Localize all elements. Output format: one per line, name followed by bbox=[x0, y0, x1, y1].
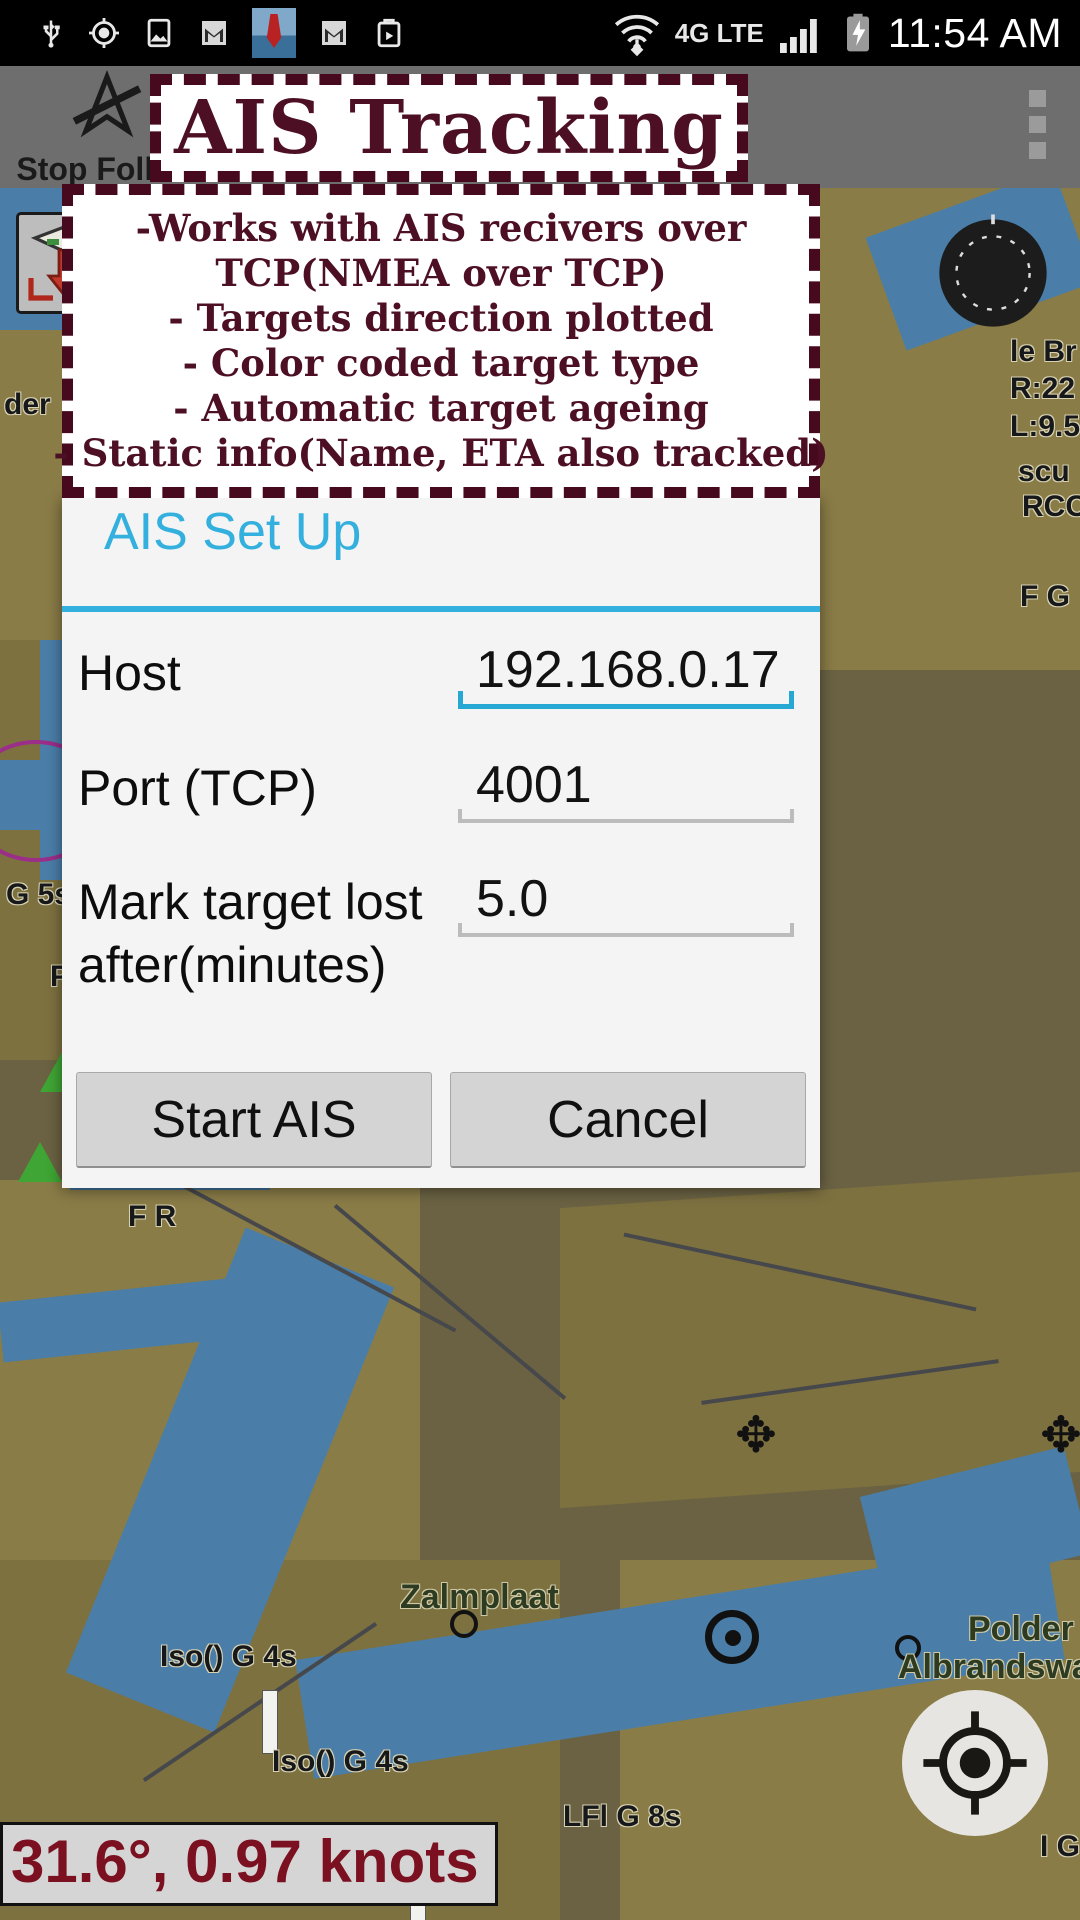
target-lost-input-value[interactable]: 5.0 bbox=[458, 855, 794, 933]
gps-center-button[interactable] bbox=[902, 1690, 1048, 1836]
ais-setup-form: Host 192.168.0.17 Port (TCP) 4001 Mark t… bbox=[62, 612, 820, 1060]
status-bar-right: 4G LTE 11:54 AM bbox=[607, 8, 1080, 58]
target-lost-label: Mark target lost after(minutes) bbox=[78, 874, 423, 993]
map-label: F R bbox=[128, 1200, 177, 1233]
gmail-icon bbox=[202, 21, 226, 45]
battery-charging-icon bbox=[846, 13, 869, 52]
photo-icon bbox=[147, 18, 171, 48]
dialog-button-row: Start AIS Cancel bbox=[62, 1060, 820, 1188]
gps-crosshair-icon bbox=[923, 1711, 1027, 1815]
dialog-header: AIS Set Up bbox=[62, 498, 820, 606]
map-label: RCC bbox=[1022, 490, 1080, 523]
dialog-title: AIS Set Up bbox=[104, 503, 362, 561]
host-input-underline bbox=[458, 691, 794, 709]
map-label: Iso() G 4s bbox=[272, 1745, 409, 1778]
map-label: LFl G 8s bbox=[563, 1800, 682, 1833]
map-label: L:9.5 bbox=[1010, 410, 1080, 443]
overflow-dot bbox=[1029, 142, 1046, 159]
overflow-dot bbox=[1029, 116, 1046, 133]
feature-line: -Works with AIS recivers over bbox=[135, 205, 747, 250]
usb-icon bbox=[43, 20, 60, 48]
cancel-button[interactable]: Cancel bbox=[450, 1072, 806, 1168]
map-label: le Br bbox=[1010, 335, 1077, 368]
target-lost-input-underline bbox=[458, 923, 794, 937]
feature-line: TCP(NMEA over TCP) bbox=[215, 250, 667, 295]
network-type-label: 4G LTE bbox=[674, 18, 764, 48]
status-bar: 4G LTE 11:54 AM bbox=[0, 0, 1080, 66]
dialog-title-box: AIS Tracking bbox=[150, 74, 748, 182]
map-label: scu bbox=[1018, 455, 1070, 488]
map-label: I G bbox=[1040, 1830, 1080, 1863]
stop-follow-icon bbox=[72, 69, 142, 138]
port-field[interactable]: 4001 bbox=[458, 741, 808, 823]
port-input-underline bbox=[458, 809, 794, 823]
feature-line: - Automatic target ageing bbox=[173, 386, 709, 431]
gmail-icon-2 bbox=[322, 21, 346, 45]
form-row-target-lost: Mark target lost after(minutes) 5.0 bbox=[62, 855, 820, 997]
signal-bars-icon bbox=[779, 19, 817, 53]
port-input-value[interactable]: 4001 bbox=[458, 741, 794, 819]
overflow-dot bbox=[1029, 90, 1046, 107]
host-field[interactable]: 192.168.0.17 bbox=[458, 626, 808, 709]
form-row-port: Port (TCP) 4001 bbox=[62, 741, 820, 823]
overflow-menu-button[interactable] bbox=[1029, 90, 1046, 168]
windmill-icon: ✥ bbox=[1040, 1407, 1080, 1463]
start-ais-button[interactable]: Start AIS bbox=[76, 1072, 432, 1168]
form-row-host: Host 192.168.0.17 bbox=[62, 626, 820, 709]
port-label: Port (TCP) bbox=[78, 760, 317, 816]
map-point-icon bbox=[705, 1610, 759, 1664]
wifi-icon bbox=[614, 14, 659, 57]
map-label: Polder bbox=[968, 1610, 1074, 1648]
gps-location-icon bbox=[89, 18, 119, 48]
feature-line: - Static info(Name, ETA also tracked) bbox=[53, 431, 829, 476]
compass-rose-icon bbox=[939, 214, 1047, 327]
target-lost-field[interactable]: 5.0 bbox=[458, 855, 808, 937]
speed-heading-label: 31.6°, 0.97 knots bbox=[11, 1828, 479, 1895]
app-clipboard-icon bbox=[377, 18, 401, 48]
feature-line: - Color coded target type bbox=[182, 341, 700, 385]
feature-line: - Targets direction plotted bbox=[168, 295, 714, 340]
map-label: Iso() G 4s bbox=[160, 1640, 297, 1673]
app-title: AIS Tracking bbox=[174, 85, 724, 171]
windmill-icon: ✥ bbox=[735, 1407, 777, 1463]
map-label: R:22 bbox=[1010, 372, 1076, 405]
status-bar-icons bbox=[0, 8, 406, 58]
host-input-value[interactable]: 192.168.0.17 bbox=[458, 626, 794, 704]
ais-setup-dialog: AIS Set Up Host 192.168.0.17 Port (TCP) … bbox=[62, 498, 820, 1188]
speed-heading-overlay: 31.6°, 0.97 knots bbox=[0, 1822, 498, 1906]
map-label: Zalmplaat bbox=[400, 1578, 559, 1616]
feature-info-box: -Works with AIS recivers over TCP(NMEA o… bbox=[53, 184, 829, 498]
ship-app-icon bbox=[252, 8, 296, 58]
host-label: Host bbox=[78, 645, 181, 701]
map-label: Albrandswaa bbox=[898, 1648, 1080, 1686]
map-label: der bbox=[4, 388, 51, 421]
map-label: F G bbox=[1020, 580, 1070, 613]
clock-label: 11:54 AM bbox=[887, 9, 1062, 56]
